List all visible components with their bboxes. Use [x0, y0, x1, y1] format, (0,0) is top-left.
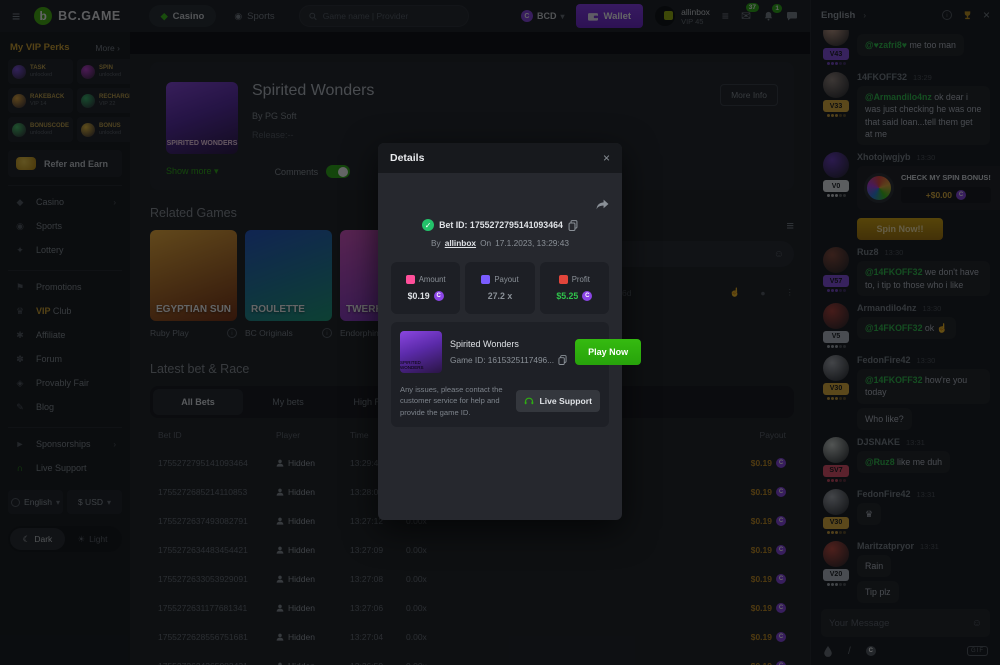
- stat-label: Amount: [419, 275, 446, 284]
- stat-label: Profit: [572, 275, 590, 284]
- modal-game-name: Spirited Wonders: [450, 339, 567, 349]
- modal-title: Details: [390, 152, 424, 164]
- coin-icon: C: [582, 291, 592, 301]
- headset-icon: [524, 396, 534, 406]
- payout-icon: [481, 275, 490, 284]
- stat-value: $5.25C: [556, 291, 592, 301]
- stat-value: $0.19C: [408, 291, 444, 301]
- bet-player-link[interactable]: allinbox: [445, 238, 476, 248]
- amount-icon: [406, 275, 415, 284]
- bcgame-app: ≡ b BC.GAME ◆ Casino ◉ Sports C BCD ▾: [0, 0, 1000, 665]
- stat-label: Payout: [494, 275, 518, 284]
- verified-icon: ✓: [422, 219, 434, 231]
- modal-game-block: SPIRITED WONDERS Spirited Wonders Game I…: [391, 322, 609, 427]
- copy-icon[interactable]: [558, 355, 567, 365]
- modal-header: Details ×: [378, 143, 622, 173]
- modal-close-icon[interactable]: ×: [603, 151, 610, 165]
- stat-profit: Profit $5.25C: [540, 262, 609, 314]
- profit-icon: [559, 275, 568, 284]
- live-support-button[interactable]: Live Support: [516, 390, 600, 412]
- stat-amount: Amount $0.19C: [391, 262, 460, 314]
- live-support-label: Live Support: [539, 396, 592, 406]
- coin-icon: C: [434, 291, 444, 301]
- stat-value: 27.2 x: [488, 291, 512, 301]
- modal-game-thumbnail: SPIRITED WONDERS: [400, 331, 442, 373]
- bet-id: Bet ID: 1755272795141093464: [439, 220, 563, 230]
- support-note: Any issues, please contact the customer …: [400, 384, 508, 418]
- play-now-button[interactable]: Play Now: [575, 339, 641, 365]
- bet-details-modal: Details × ✓ Bet ID: 1755272795141093464 …: [378, 143, 622, 520]
- copy-icon[interactable]: [568, 220, 578, 231]
- bet-datetime: 17.1.2023, 13:29:43: [495, 238, 569, 248]
- modal-game-id: Game ID: 1615325117496...: [450, 355, 567, 365]
- stat-payout: Payout 27.2 x: [465, 262, 534, 314]
- share-icon[interactable]: [596, 199, 609, 210]
- bet-stats: Amount $0.19C Payout 27.2 x Profit $5.25C: [391, 262, 609, 314]
- bet-meta: By allinbox On 17.1.2023, 13:29:43: [391, 238, 609, 248]
